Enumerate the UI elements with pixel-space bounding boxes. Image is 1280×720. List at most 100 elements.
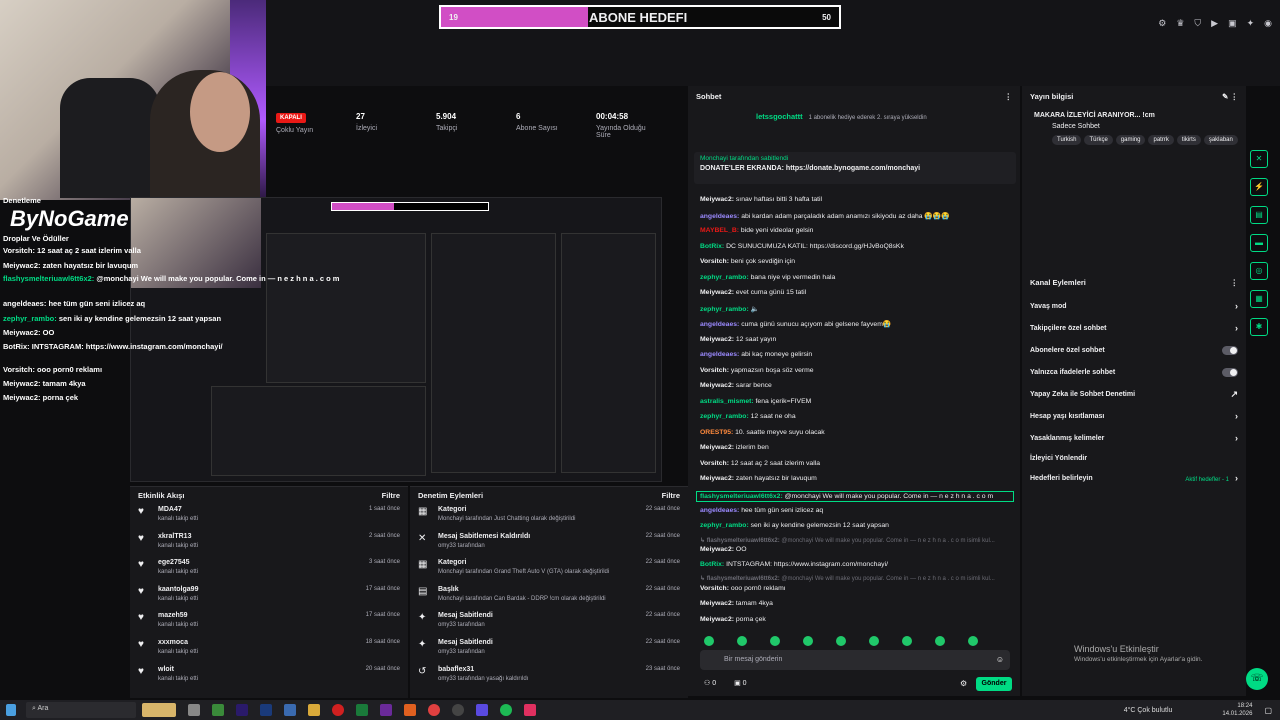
- premiere-icon[interactable]: [236, 704, 248, 716]
- chat-message[interactable]: astralis_mismet: fena içerik=FIVEM: [700, 398, 1010, 405]
- gear-icon[interactable]: ⚙: [1158, 18, 1166, 29]
- stream-tag[interactable]: Turkish: [1052, 135, 1082, 145]
- activity-item[interactable]: ♥ wloit kanalı takip etti 20 saat önce: [130, 663, 408, 690]
- taskview-icon[interactable]: [188, 704, 200, 716]
- chat-message[interactable]: ↳ flashysmelteriuawl6tt6x2: @monchayi We…: [700, 575, 1010, 582]
- wrench-icon[interactable]: ✱: [1250, 318, 1268, 336]
- crown-icon[interactable]: ♛: [1176, 18, 1184, 29]
- channel-action-item[interactable]: Yavaş mod ›: [1022, 295, 1246, 317]
- close-icon[interactable]: ✕: [1250, 150, 1268, 168]
- chevron-right-icon[interactable]: ›: [1235, 433, 1238, 443]
- moderation-item[interactable]: ▦ Kategori Monchayi tarafından Grand Theft…: [410, 556, 688, 583]
- stream-tag[interactable]: şaklaban: [1203, 135, 1238, 145]
- shield-icon[interactable]: ⛉: [1194, 18, 1201, 29]
- chat-message[interactable]: zephyr_rambo: 🔈: [700, 305, 1010, 313]
- activity-item[interactable]: ♥ MDA47 kanalı takip etti 1 saat önce: [130, 503, 408, 530]
- chevron-right-icon[interactable]: ›: [1235, 411, 1238, 421]
- files-icon[interactable]: [284, 704, 296, 716]
- chat-bubble-icon[interactable]: ☏: [1246, 668, 1268, 690]
- pinned-message[interactable]: Monchayi tarafından sabitlendi DONATE'LE…: [694, 152, 1016, 184]
- settings-icon[interactable]: ✦: [1247, 18, 1255, 29]
- chat-message[interactable]: angeldeaes: hee tüm gün seni izlicez aq: [700, 507, 1010, 514]
- moderation-item[interactable]: ✕ Mesaj Sabitlemesi Kaldırıldı omy33 taraf…: [410, 530, 688, 557]
- app-icon[interactable]: [524, 704, 536, 716]
- channel-action-item[interactable]: Takipçilere özel sohbet ›: [1022, 317, 1246, 339]
- notification-icon[interactable]: ▢: [1264, 706, 1272, 715]
- activity-item[interactable]: ♥ xxxmoca kanalı takip etti 18 saat önce: [130, 636, 408, 663]
- chat-message[interactable]: Meiywac2: zaten hayatsız bir lavuqum: [700, 475, 1010, 482]
- emote-icon[interactable]: [935, 636, 945, 646]
- folder-icon[interactable]: [308, 704, 320, 716]
- chat-icon[interactable]: ▬: [1250, 234, 1268, 252]
- emote-icon[interactable]: [803, 636, 813, 646]
- emote-icon[interactable]: [902, 636, 912, 646]
- chat-message[interactable]: Meiywac2: izlerim ben: [700, 444, 1010, 451]
- moderation-item[interactable]: ✦ Mesaj Sabitlendi omy33 tarafından 22 saat…: [410, 609, 688, 636]
- chevron-right-icon[interactable]: ↗: [1230, 389, 1238, 400]
- moderation-item[interactable]: ↺ babaflex31 omy33 tarafından yasağı kaldı…: [410, 663, 688, 690]
- channel-action-item[interactable]: Hesap yaşı kısıtlaması ›: [1022, 405, 1246, 427]
- send-button[interactable]: Gönder: [976, 677, 1012, 691]
- channel-action-item[interactable]: Yasaklanmış kelimeler ›: [1022, 427, 1246, 449]
- spotify-icon[interactable]: [500, 704, 512, 716]
- channel-action-item[interactable]: Abonelere özel sohbet: [1022, 339, 1246, 361]
- chat-input[interactable]: Bir mesaj gönderin ☺: [700, 650, 1010, 670]
- chat-message[interactable]: Meiywac2: OO: [700, 546, 1010, 553]
- chat-message[interactable]: ↳ flashysmelteriuawl6tt6x2: @monchayi We…: [700, 537, 1010, 544]
- chat-message[interactable]: Meiywac2: evet cuma günü 15 tatil: [700, 289, 1010, 296]
- clock[interactable]: 18:24 14.01.2026: [1222, 702, 1252, 718]
- windows-start-icon[interactable]: [6, 704, 16, 716]
- obs-icon[interactable]: [452, 704, 464, 716]
- chat-message[interactable]: MAYBEL_B: bide yeni videolar gelsin: [700, 227, 1010, 234]
- chat-message[interactable]: Meiywac2: sınav haftası bitti 3 hafta ta…: [700, 196, 1010, 203]
- emote-icon[interactable]: [869, 636, 879, 646]
- opera-icon[interactable]: [332, 704, 344, 716]
- activity-item[interactable]: ♥ xkralTR13 kanalı takip etti 2 saat önce: [130, 530, 408, 557]
- emote-icon[interactable]: [968, 636, 978, 646]
- channel-action-item[interactable]: Yalnızca ifadelerle sohbet: [1022, 361, 1246, 383]
- activity-item[interactable]: ♥ ege27545 kanalı takip etti 3 saat önce: [130, 556, 408, 583]
- broadcast-icon[interactable]: ◎: [1250, 262, 1268, 280]
- channel-action-item[interactable]: Yapay Zeka ile Sohbet Denetimi ↗: [1022, 383, 1246, 405]
- moderation-item[interactable]: ▦ Kategori Monchayi tarafından Just Chatti…: [410, 503, 688, 530]
- chat-message[interactable]: angeldeaes: abi kaç moneye gelirsin: [700, 351, 1010, 358]
- chat-message[interactable]: flashysmelteriuawl6tt6x2: @monchayi We w…: [696, 491, 1014, 502]
- toggle-switch[interactable]: [1222, 345, 1238, 355]
- stream-tag[interactable]: tikirts: [1176, 135, 1201, 145]
- chat-message[interactable]: Meiywac2: tamam 4kya: [700, 600, 1010, 607]
- emote-icon[interactable]: [836, 636, 846, 646]
- chevron-right-icon[interactable]: ›: [1235, 301, 1238, 311]
- doc-icon[interactable]: ▤: [1250, 206, 1268, 224]
- play-icon[interactable]: ▶: [1211, 18, 1218, 29]
- stream-tag[interactable]: gaming: [1115, 135, 1146, 145]
- photoshop-icon[interactable]: [260, 704, 272, 716]
- chat-settings-icon[interactable]: ⚙: [960, 679, 967, 688]
- weather[interactable]: 4°C Çok bulutlu: [1124, 707, 1173, 714]
- moderation-item[interactable]: ▤ Başlık Monchayi tarafından Can Bardak - …: [410, 583, 688, 610]
- emote-icon[interactable]: [770, 636, 780, 646]
- chrome-icon[interactable]: [428, 704, 440, 716]
- app-icon[interactable]: [404, 704, 416, 716]
- widget-icon[interactable]: [142, 703, 176, 717]
- chat-message[interactable]: Vorsitch: 12 saat aç 2 saat izlerim vall…: [700, 460, 1010, 467]
- chat-message[interactable]: Meiywac2: porna çek: [700, 616, 1010, 623]
- activity-item[interactable]: ♥ mazeh59 kanalı takip etti 17 saat önce: [130, 609, 408, 636]
- activity-item[interactable]: ♥ kaantolga99 kanalı takip etti 17 saat önc…: [130, 583, 408, 610]
- chat-message[interactable]: angeldeaes: abi kardan adam parçaladık a…: [700, 212, 1010, 220]
- chat-message[interactable]: zephyr_rambo: bana niye vip vermedin hal…: [700, 274, 1010, 281]
- user-avatar[interactable]: ◉: [1264, 18, 1272, 29]
- chat-message[interactable]: Vorsitch: ooo porn0 reklamı: [700, 585, 1010, 592]
- moderation-item[interactable]: ✦ Mesaj Sabitlendi omy33 tarafından 22 saat…: [410, 636, 688, 663]
- discord-icon[interactable]: [476, 704, 488, 716]
- chevron-right-icon[interactable]: ›: [1235, 323, 1238, 333]
- chat-message[interactable]: zephyr_rambo: sen iki ay kendine gelemez…: [700, 522, 1010, 529]
- more-icon[interactable]: ⋮: [1005, 92, 1013, 101]
- chat-message[interactable]: Vorsitch: yapmazsın boşa söz verme: [700, 367, 1010, 374]
- emoji-icon[interactable]: ☺: [996, 655, 1004, 664]
- more-icon[interactable]: ⋮: [1231, 278, 1239, 287]
- taskbar-search[interactable]: ⌕ Ara: [26, 702, 136, 718]
- chat-message[interactable]: Meiywac2: sarar bence: [700, 382, 1010, 389]
- layers-icon[interactable]: ▦: [1250, 290, 1268, 308]
- activity-filter-button[interactable]: Filtre: [382, 491, 400, 500]
- app-icon[interactable]: [212, 704, 224, 716]
